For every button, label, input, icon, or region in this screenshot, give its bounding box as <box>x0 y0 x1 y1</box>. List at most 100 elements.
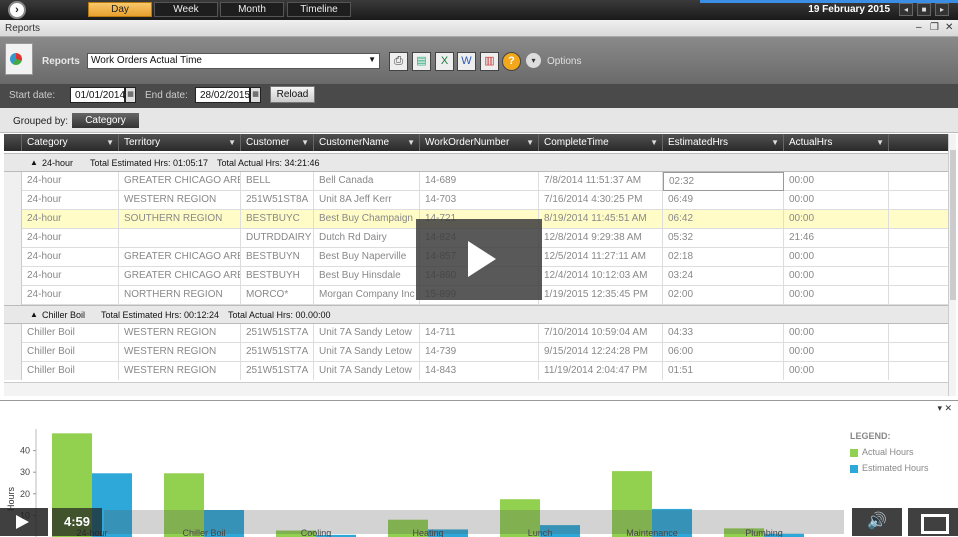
options-chevron-icon[interactable]: ▾ <box>526 53 541 68</box>
group-row[interactable]: ▲ Chiller Boil Total Estimated Hrs: 00:12:… <box>4 305 948 324</box>
filter-icon[interactable]: ▼ <box>876 134 884 151</box>
cell-customername[interactable]: Best Buy Hinsdale <box>314 267 420 286</box>
cell-category[interactable]: 24-hour <box>22 191 119 210</box>
cell-category[interactable]: 24-hour <box>22 248 119 267</box>
cell-actualhrs[interactable]: 00:00 <box>784 210 889 229</box>
filter-icon[interactable]: ▼ <box>228 134 236 151</box>
cell-customername[interactable]: Bell Canada <box>314 172 420 191</box>
export-icon[interactable]: ▤ <box>412 52 431 71</box>
cell-completetime[interactable]: 7/8/2014 11:51:37 AM <box>539 172 663 191</box>
filter-icon[interactable]: ▼ <box>771 134 779 151</box>
pdf-icon[interactable]: ▥ <box>480 52 499 71</box>
tab-week[interactable]: Week <box>154 2 218 17</box>
cell-estimatedhrs[interactable]: 02:32 <box>663 172 784 191</box>
cell-category[interactable]: 24-hour <box>22 210 119 229</box>
cell-completetime[interactable]: 12/5/2014 11:27:11 AM <box>539 248 663 267</box>
filter-icon[interactable]: ▼ <box>526 134 534 151</box>
tab-timeline[interactable]: Timeline <box>287 2 351 17</box>
cell-actualhrs[interactable]: 00:00 <box>784 343 889 362</box>
row-indicator[interactable] <box>4 324 22 343</box>
cell-estimatedhrs[interactable]: 01:51 <box>663 362 784 380</box>
column-header-actualhrs[interactable]: ActualHrs ▼ <box>784 134 889 151</box>
tab-month[interactable]: Month <box>220 2 284 17</box>
cell-customer[interactable]: BELL <box>241 172 314 191</box>
cell-workordernumber[interactable]: 14-689 <box>420 172 539 191</box>
cell-completetime[interactable]: 8/19/2014 11:45:51 AM <box>539 210 663 229</box>
cell-estimatedhrs[interactable]: 03:24 <box>663 267 784 286</box>
column-header-territory[interactable]: Territory ▼ <box>119 134 241 151</box>
word-icon[interactable]: W <box>457 52 476 71</box>
filter-icon[interactable]: ▼ <box>301 134 309 151</box>
end-date-field[interactable]: 28/02/2015 <box>195 87 250 103</box>
panel-pin-icon[interactable]: ▾ ✕ <box>937 403 952 414</box>
cell-customer[interactable]: 251W51ST7A <box>241 324 314 343</box>
row-indicator[interactable] <box>4 229 22 248</box>
filter-icon[interactable]: ▼ <box>407 134 415 151</box>
cell-territory[interactable]: WESTERN REGION <box>119 362 241 380</box>
start-date-field[interactable]: 01/01/2014 <box>70 87 125 103</box>
table-row[interactable]: Chiller Boil WESTERN REGION 251W51ST7A Unit… <box>4 343 948 362</box>
cell-customername[interactable]: Best Buy Naperville <box>314 248 420 267</box>
table-row[interactable]: 24-hour WESTERN REGION 251W51ST8A Unit 8A J… <box>4 191 948 210</box>
start-calendar-icon[interactable]: ▦ <box>125 87 136 103</box>
cell-workordernumber[interactable]: 14-703 <box>420 191 539 210</box>
cell-customer[interactable]: DUTRDDAIRY <box>241 229 314 248</box>
row-indicator[interactable] <box>4 343 22 362</box>
column-header-completetime[interactable]: CompleteTime ▼ <box>539 134 663 151</box>
today-icon[interactable]: ■ <box>917 3 931 16</box>
app-menu-icon[interactable]: › <box>8 1 26 19</box>
row-indicator[interactable] <box>4 267 22 286</box>
column-header-category[interactable]: Category ▼ <box>22 134 119 151</box>
cell-category[interactable]: 24-hour <box>22 172 119 191</box>
cell-territory[interactable]: WESTERN REGION <box>119 324 241 343</box>
excel-icon[interactable]: X <box>435 52 454 71</box>
cell-actualhrs[interactable]: 00:00 <box>784 286 889 305</box>
cell-territory[interactable]: GREATER CHICAGO AREA <box>119 172 241 191</box>
row-indicator[interactable] <box>4 362 22 380</box>
reload-button[interactable]: Reload <box>270 86 315 103</box>
cell-territory[interactable]: WESTERN REGION <box>119 343 241 362</box>
play-button[interactable] <box>0 508 48 536</box>
cell-workordernumber[interactable]: 14-843 <box>420 362 539 380</box>
horizontal-scrollbar[interactable] <box>4 382 948 396</box>
cell-customername[interactable]: Morgan Company Inc <box>314 286 420 305</box>
cell-estimatedhrs[interactable]: 06:42 <box>663 210 784 229</box>
cell-category[interactable]: Chiller Boil <box>22 362 119 380</box>
vertical-scrollbar[interactable] <box>948 134 956 396</box>
cell-category[interactable]: 24-hour <box>22 229 119 248</box>
cell-customername[interactable]: Dutch Rd Dairy <box>314 229 420 248</box>
volume-icon[interactable]: 🔊 <box>852 508 902 536</box>
table-row[interactable]: 24-hour GREATER CHICAGO AREA BELL Bell Cana… <box>4 172 948 191</box>
row-indicator[interactable] <box>4 248 22 267</box>
cell-completetime[interactable]: 9/15/2014 12:24:28 PM <box>539 343 663 362</box>
column-header-estimatedhrs[interactable]: EstimatedHrs ▼ <box>663 134 784 151</box>
cell-territory[interactable]: SOUTHERN REGION <box>119 210 241 229</box>
cell-completetime[interactable]: 12/8/2014 9:29:38 AM <box>539 229 663 248</box>
cell-customername[interactable]: Unit 8A Jeff Kerr <box>314 191 420 210</box>
cell-actualhrs[interactable]: 00:00 <box>784 324 889 343</box>
end-calendar-icon[interactable]: ▦ <box>250 87 261 103</box>
column-header-customername[interactable]: CustomerName ▼ <box>314 134 420 151</box>
group-row[interactable]: ▲ 24-hour Total Estimated Hrs: 01:05:17 Tot… <box>4 153 948 172</box>
cell-customer[interactable]: 251W51ST7A <box>241 343 314 362</box>
cell-actualhrs[interactable]: 00:00 <box>784 362 889 380</box>
cell-category[interactable]: 24-hour <box>22 286 119 305</box>
cell-customername[interactable]: Unit 7A Sandy Letow <box>314 343 420 362</box>
table-row[interactable]: Chiller Boil WESTERN REGION 251W51ST7A Unit… <box>4 362 948 380</box>
restore-icon[interactable]: ❐ <box>930 22 939 33</box>
cell-category[interactable]: Chiller Boil <box>22 324 119 343</box>
options-button[interactable]: Options <box>547 56 581 67</box>
table-row[interactable]: Chiller Boil WESTERN REGION 251W51ST7A Unit… <box>4 324 948 343</box>
print-icon[interactable]: ⎙ <box>389 52 408 71</box>
cell-completetime[interactable]: 11/19/2014 2:04:47 PM <box>539 362 663 380</box>
cell-territory[interactable]: GREATER CHICAGO AREA <box>119 248 241 267</box>
row-indicator[interactable] <box>4 210 22 229</box>
group-collapse-icon[interactable]: ▲ <box>30 310 38 319</box>
cell-estimatedhrs[interactable]: 04:33 <box>663 324 784 343</box>
cell-actualhrs[interactable]: 21:46 <box>784 229 889 248</box>
cell-category[interactable]: Chiller Boil <box>22 343 119 362</box>
cell-actualhrs[interactable]: 00:00 <box>784 172 889 191</box>
cell-estimatedhrs[interactable]: 05:32 <box>663 229 784 248</box>
column-header-customer[interactable]: Customer ▼ <box>241 134 314 151</box>
next-day-icon[interactable]: ▸ <box>935 3 949 16</box>
